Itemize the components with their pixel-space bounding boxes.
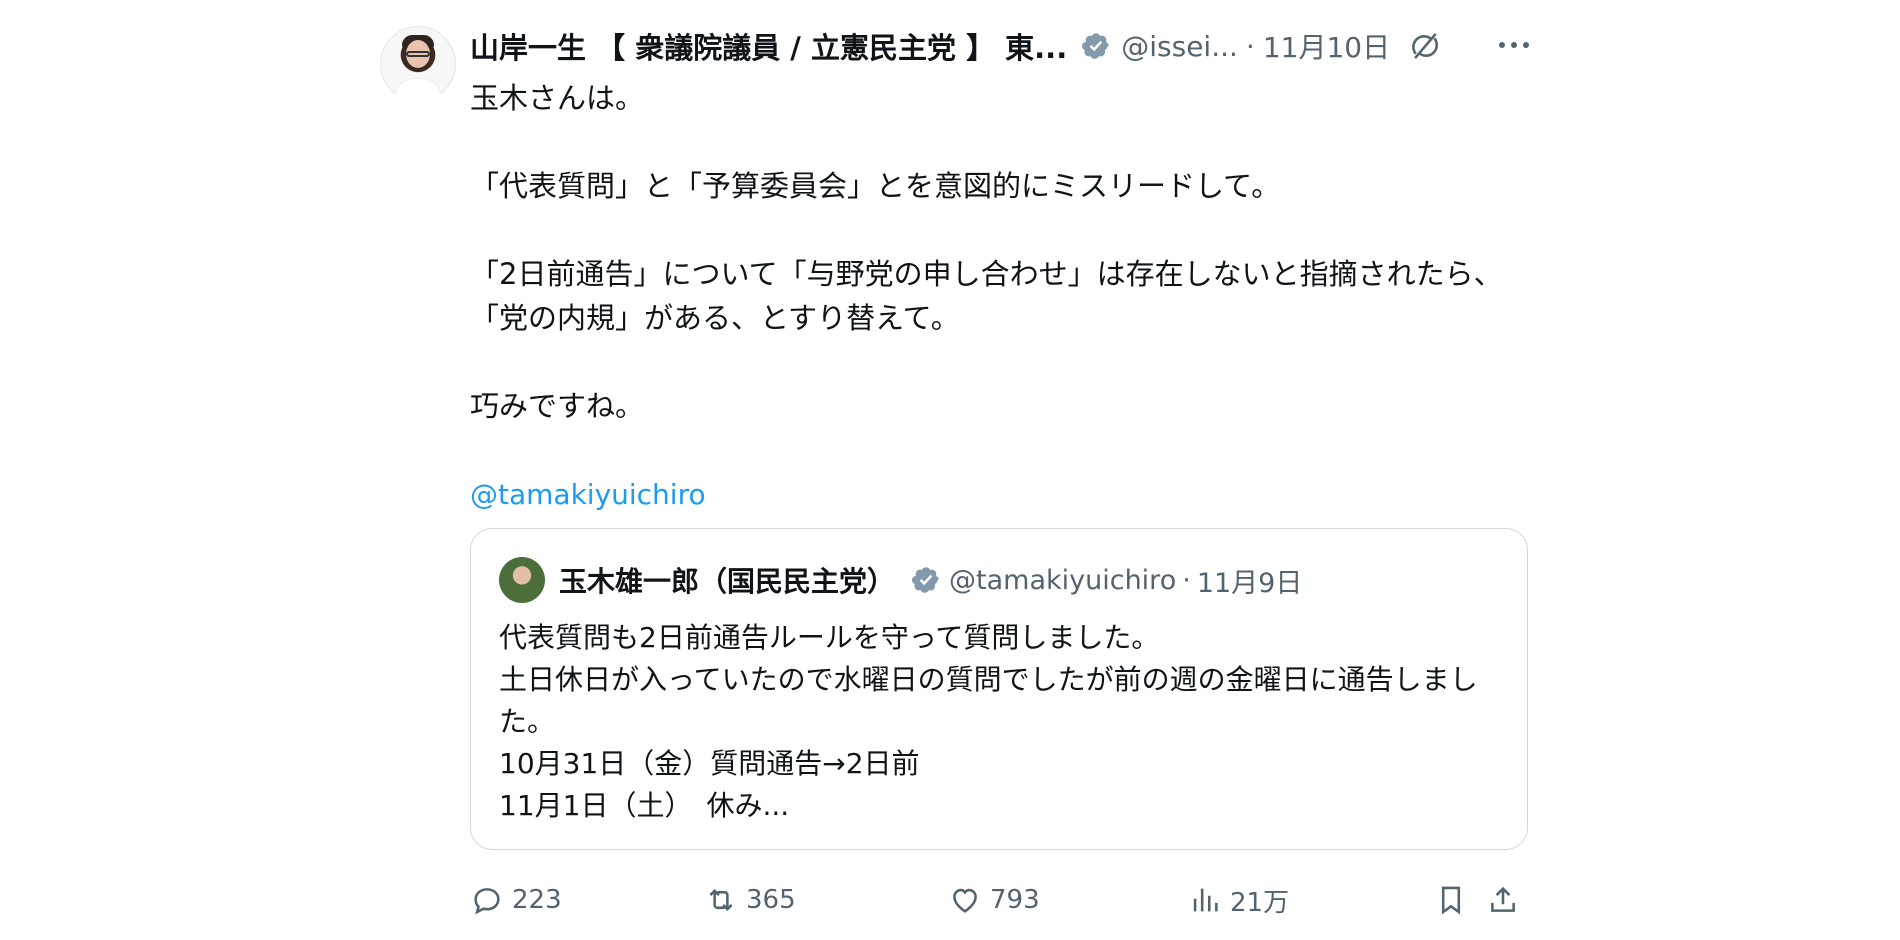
quoted-post-header: 玉木雄一郎（国民民主党） @tamakiyuichiro · 11月9日 bbox=[559, 559, 1302, 601]
verified-badge-icon[interactable] bbox=[911, 565, 941, 595]
author-handle[interactable]: @issei... bbox=[1121, 30, 1238, 63]
separator-dot: · bbox=[1245, 29, 1255, 63]
quoted-line: 10月31日（金）質問通告→2日前 bbox=[499, 747, 920, 780]
post-line bbox=[470, 428, 1530, 472]
post-date[interactable]: 11月10日 bbox=[1263, 26, 1390, 66]
action-bar: 223 365 793 21万 bbox=[470, 878, 1530, 922]
more-icon[interactable] bbox=[1494, 28, 1534, 62]
like-icon bbox=[953, 888, 977, 913]
quoted-post-text: 代表質問も2日前通告ルールを守って質問しました。 土日休日が入っていたので水曜日… bbox=[499, 617, 1499, 827]
post-line bbox=[470, 120, 1530, 164]
post-text: 玉木さんは。 「代表質問」と「予算委員会」とを意図的にミスリードして。 「2日前… bbox=[470, 76, 1530, 517]
views-count: 21万 bbox=[1230, 887, 1290, 918]
post-header: 山岸一生 【 衆議院議員 / 立憲民主党 】 東... @issei... · … bbox=[470, 26, 1442, 66]
reply-button[interactable]: 223 bbox=[470, 878, 562, 922]
post-line: 玉木さんは。 bbox=[470, 81, 645, 115]
like-count: 793 bbox=[990, 885, 1040, 915]
post-line: 「代表質問」と「予算委員会」とを意図的にミスリードして。 bbox=[470, 169, 1281, 203]
more-dot bbox=[1499, 42, 1505, 48]
bookmark-icon bbox=[1441, 886, 1461, 915]
quoted-line: 土日休日が入っていたので水曜日の質問でしたが前の週の金曜日に通告しました。 bbox=[499, 663, 1478, 738]
separator-dot: · bbox=[1182, 564, 1191, 596]
grok-icon[interactable] bbox=[1408, 29, 1442, 63]
reply-count: 223 bbox=[512, 885, 562, 915]
repost-count: 365 bbox=[746, 885, 796, 915]
more-dot bbox=[1523, 42, 1529, 48]
author-avatar[interactable] bbox=[380, 26, 456, 102]
quoted-line: 11月1日（土） 休み... bbox=[499, 789, 790, 822]
verified-badge-icon[interactable] bbox=[1081, 31, 1111, 61]
post-mention-line: @tamakiyuichiro bbox=[470, 472, 1530, 517]
post-line bbox=[470, 208, 1530, 252]
post-line: 「2日前通告」について「与野党の申し合わせ」は存在しないと指摘されたら、「党の内… bbox=[470, 257, 1503, 335]
post-line: 巧みですね。 bbox=[470, 389, 645, 423]
repost-button[interactable]: 365 bbox=[704, 878, 796, 922]
share-button[interactable] bbox=[1486, 878, 1528, 922]
views-button[interactable]: 21万 bbox=[1188, 878, 1289, 922]
post-line bbox=[470, 340, 1530, 384]
more-dot bbox=[1511, 42, 1517, 48]
repost-icon bbox=[709, 888, 733, 912]
like-button[interactable]: 793 bbox=[948, 878, 1040, 922]
views-icon bbox=[1193, 888, 1218, 912]
quoted-author-avatar[interactable] bbox=[499, 557, 545, 603]
avatar-glasses bbox=[406, 51, 430, 57]
bookmark-button[interactable] bbox=[1434, 878, 1476, 922]
quoted-post-date[interactable]: 11月9日 bbox=[1197, 561, 1303, 600]
quoted-line: 代表質問も2日前通告ルールを守って質問しました。 bbox=[499, 621, 1160, 654]
quoted-author-name[interactable]: 玉木雄一郎（国民民主党） bbox=[559, 560, 895, 600]
author-name[interactable]: 山岸一生 【 衆議院議員 / 立憲民主党 】 東... bbox=[470, 25, 1067, 67]
mention-link[interactable]: @tamakiyuichiro bbox=[470, 478, 706, 511]
reply-icon bbox=[474, 888, 500, 915]
quoted-author-handle[interactable]: @tamakiyuichiro bbox=[949, 565, 1176, 596]
quoted-post[interactable]: 玉木雄一郎（国民民主党） @tamakiyuichiro · 11月9日 代表質… bbox=[470, 528, 1528, 850]
avatar-shirt bbox=[394, 78, 442, 102]
share-icon bbox=[1491, 886, 1515, 912]
